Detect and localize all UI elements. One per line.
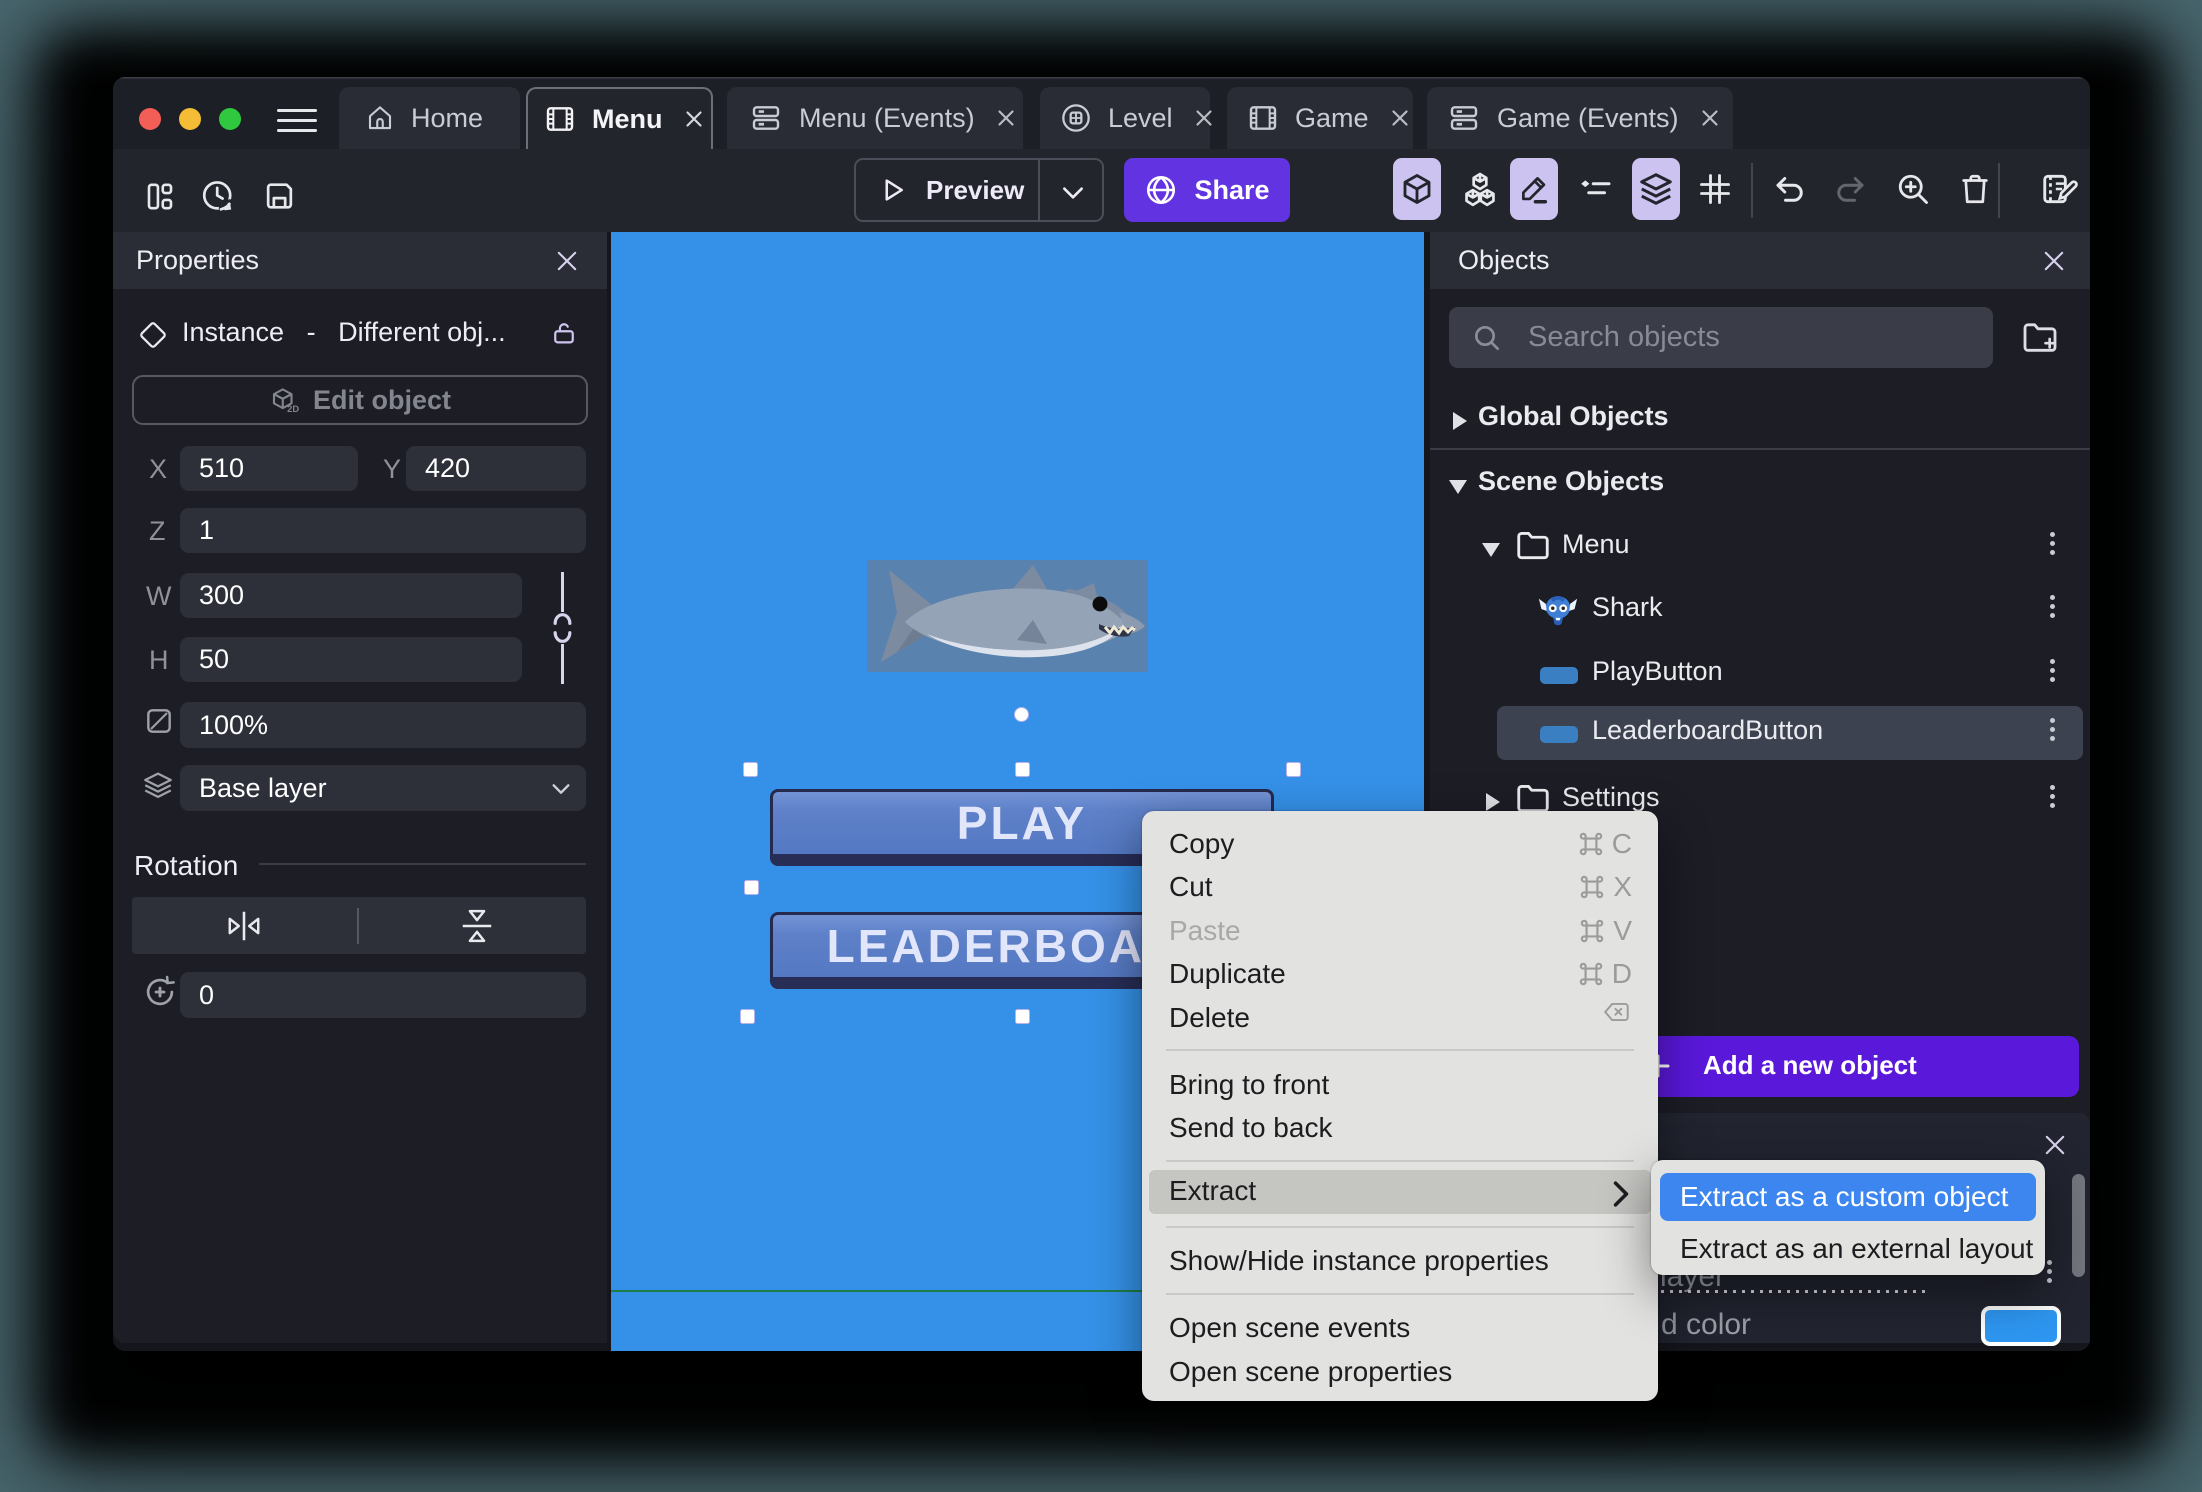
svg-text:2D: 2D [287,404,299,414]
